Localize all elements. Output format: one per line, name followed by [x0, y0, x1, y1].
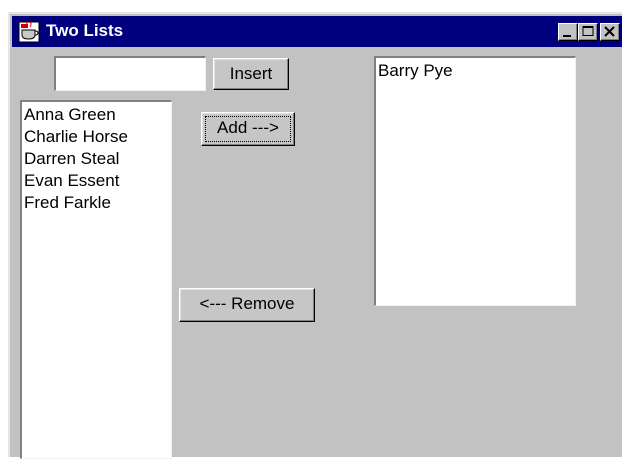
java-cup-icon — [18, 21, 40, 43]
add-button[interactable]: Add ---> — [201, 112, 295, 146]
list-item[interactable]: Anna Green — [24, 104, 169, 126]
add-button-label: Add ---> — [217, 118, 279, 137]
list-item[interactable]: Barry Pye — [378, 60, 573, 82]
title-bar[interactable]: Two Lists — [12, 16, 622, 47]
right-list[interactable]: Barry Pye — [374, 56, 576, 306]
left-list[interactable]: Anna Green Charlie Horse Darren Steal Evan … — [20, 100, 172, 459]
remove-button[interactable]: <--- Remove — [179, 288, 315, 322]
list-item[interactable]: Fred Farkle — [24, 192, 169, 214]
minimize-button[interactable] — [558, 23, 578, 41]
maximize-button[interactable] — [578, 23, 598, 41]
close-icon — [604, 26, 615, 37]
minimize-icon — [563, 35, 571, 37]
client-area: Insert Anna Green Charlie Horse Darren Ste… — [10, 47, 622, 459]
maximize-icon — [582, 26, 594, 36]
close-button[interactable] — [600, 23, 620, 41]
remove-button-label: <--- Remove — [199, 294, 295, 313]
app-window: Two Lists Insert Anna Green Charlie Horse… — [8, 12, 622, 459]
insert-button[interactable]: Insert — [213, 58, 289, 90]
window-title: Two Lists — [46, 21, 124, 40]
list-item[interactable]: Charlie Horse — [24, 126, 169, 148]
insert-button-label: Insert — [229, 64, 273, 83]
list-item[interactable]: Darren Steal — [24, 148, 169, 170]
name-input[interactable] — [54, 56, 206, 91]
list-item[interactable]: Evan Essent — [24, 170, 169, 192]
